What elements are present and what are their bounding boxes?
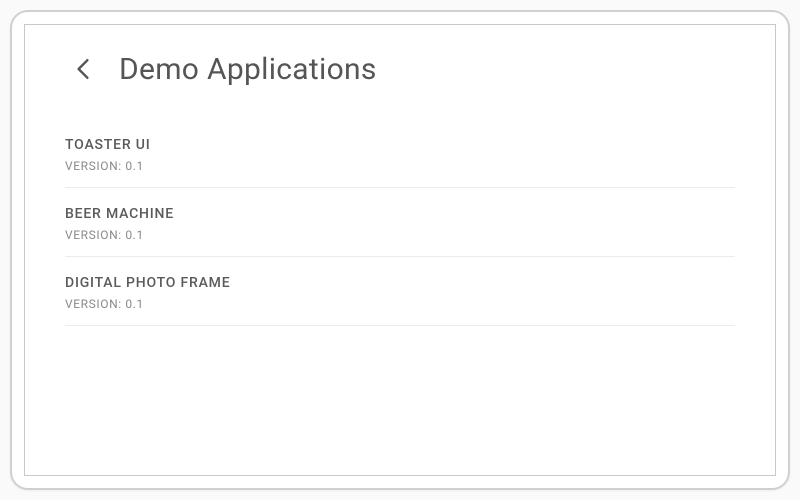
device-frame: Demo Applications TOASTER UI VERSION: 0.… xyxy=(10,10,790,490)
header: Demo Applications xyxy=(25,25,775,105)
page-title: Demo Applications xyxy=(119,52,377,87)
chevron-left-icon xyxy=(76,58,90,80)
screen: Demo Applications TOASTER UI VERSION: 0.… xyxy=(24,24,776,476)
item-subtitle: VERSION: 0.1 xyxy=(65,297,735,311)
app-list: TOASTER UI VERSION: 0.1 BEER MACHINE VER… xyxy=(25,105,775,326)
item-title: TOASTER UI xyxy=(65,137,735,153)
list-item[interactable]: DIGITAL PHOTO FRAME VERSION: 0.1 xyxy=(65,257,735,326)
item-subtitle: VERSION: 0.1 xyxy=(65,228,735,242)
back-button[interactable] xyxy=(65,51,101,87)
list-item[interactable]: TOASTER UI VERSION: 0.1 xyxy=(65,119,735,188)
item-subtitle: VERSION: 0.1 xyxy=(65,159,735,173)
list-item[interactable]: BEER MACHINE VERSION: 0.1 xyxy=(65,188,735,257)
item-title: BEER MACHINE xyxy=(65,206,735,222)
item-title: DIGITAL PHOTO FRAME xyxy=(65,275,735,291)
